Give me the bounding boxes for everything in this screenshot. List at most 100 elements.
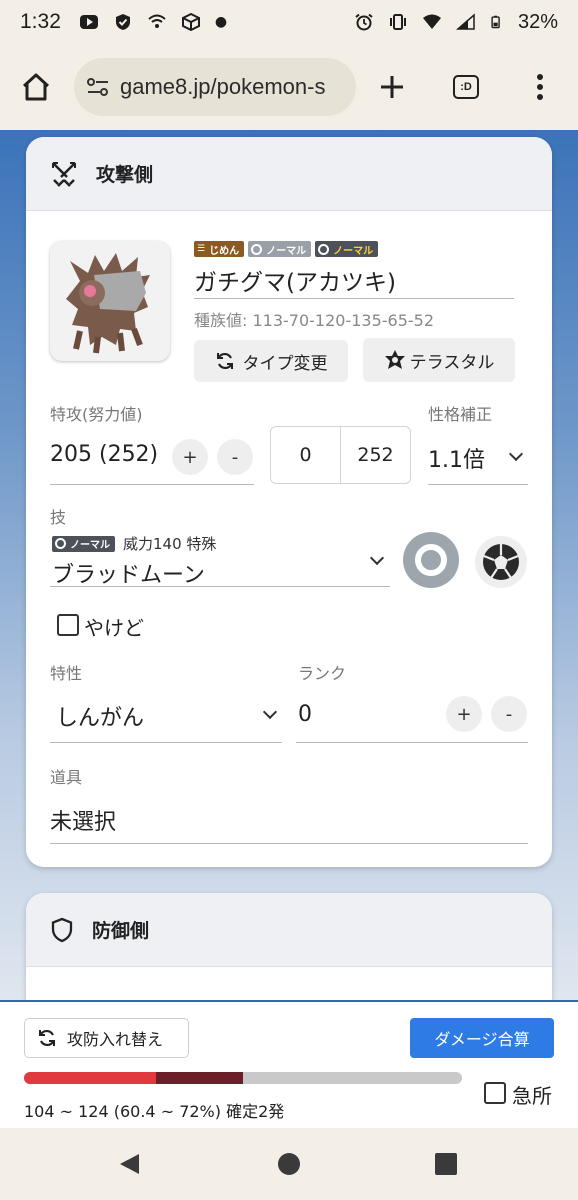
type-badge-normal: ノーマル xyxy=(248,241,312,257)
move-label: 技 xyxy=(50,508,67,527)
attacker-card: 攻撃側 ☰ じめん ノーマル ノーマル ガチグマ(アカツキ) 種族値: 113-7… xyxy=(26,137,552,867)
normal-type-icon xyxy=(251,243,263,255)
ev-preset-group: 0 252 xyxy=(270,426,411,484)
sync-icon xyxy=(39,1029,55,1047)
more-vert-icon xyxy=(537,74,543,100)
bear-sprite xyxy=(66,253,150,354)
damage-sum-button[interactable]: ダメージ合算 xyxy=(410,1018,554,1058)
move-underline xyxy=(50,586,390,587)
item-select[interactable]: 未選択 xyxy=(50,804,116,836)
url-text: game8.jp/pokemon-s xyxy=(120,74,326,99)
swap-label: 攻防入れ替え xyxy=(67,1030,164,1049)
minus-label: - xyxy=(505,703,513,725)
ground-icon: ☰ xyxy=(197,244,206,254)
type-badges: ☰ じめん ノーマル ノーマル xyxy=(194,241,382,257)
damage-bar-range xyxy=(156,1072,243,1084)
system-nav-bar xyxy=(0,1128,578,1200)
back-icon[interactable] xyxy=(117,1152,141,1176)
move-meta: 威力140 特殊 xyxy=(123,535,217,553)
attacker-header: 攻撃側 xyxy=(26,137,552,211)
ability-underline xyxy=(50,742,282,743)
stat-label: 特攻(努力値) xyxy=(50,405,143,424)
shield-icon xyxy=(51,917,73,942)
defender-card: 防御側 xyxy=(26,893,552,1000)
move-select[interactable]: ブラッドムーン xyxy=(52,557,205,589)
defender-title: 防御側 xyxy=(92,920,150,942)
wifi-icon xyxy=(422,14,441,29)
special-category-icon xyxy=(483,544,519,580)
signal-icon xyxy=(455,13,475,30)
tera-badge-normal: ノーマル xyxy=(315,241,379,257)
ability-chevron-icon xyxy=(262,704,278,720)
ev-min-button[interactable]: 0 xyxy=(271,427,341,483)
tab-switcher-button[interactable]: :D xyxy=(444,65,488,109)
terastal-label: テラスタル xyxy=(409,352,495,373)
type-change-label: タイプ変更 xyxy=(242,353,328,374)
move-chevron-icon xyxy=(369,550,385,566)
status-bar: 1:32 ● 32% xyxy=(0,0,578,44)
damage-bar xyxy=(24,1072,462,1084)
battery-percent: 32% xyxy=(517,10,558,33)
type-change-button[interactable]: タイプ変更 xyxy=(194,340,348,382)
burn-checkbox[interactable] xyxy=(57,614,79,636)
burn-label: やけど xyxy=(84,616,144,640)
rank-value[interactable]: 0 xyxy=(298,702,312,727)
ability-label: 特性 xyxy=(50,664,83,683)
home-icon xyxy=(22,73,50,101)
swap-button[interactable]: 攻防入れ替え xyxy=(24,1018,189,1058)
defender-header: 防御側 xyxy=(26,893,552,967)
tab-count: :D xyxy=(453,75,479,99)
pokemon-image[interactable] xyxy=(50,241,170,361)
dot-icon: ● xyxy=(214,14,228,30)
recents-icon[interactable] xyxy=(434,1152,458,1176)
terastal-button[interactable]: テラスタル xyxy=(363,338,515,382)
move-category-button[interactable] xyxy=(475,536,527,588)
address-bar[interactable]: game8.jp/pokemon-s xyxy=(74,58,356,116)
move-type-badge: ノーマル xyxy=(52,535,115,552)
stat-minus-button[interactable]: - xyxy=(217,439,253,475)
nature-underline xyxy=(428,484,528,485)
move-type-button[interactable] xyxy=(403,532,459,588)
site-settings-icon xyxy=(87,78,108,96)
vibrate-icon xyxy=(389,14,406,30)
youtube-icon xyxy=(79,15,98,29)
home-nav-icon[interactable] xyxy=(277,1152,301,1176)
rank-plus-button[interactable]: + xyxy=(446,696,482,732)
shield-check-icon xyxy=(115,14,130,30)
crossed-swords-icon xyxy=(52,161,76,187)
damage-bar-min xyxy=(24,1072,157,1084)
cube-icon xyxy=(181,13,200,31)
home-button[interactable] xyxy=(14,65,58,109)
crit-label: 急所 xyxy=(512,1084,552,1108)
browser-menu-button[interactable] xyxy=(518,65,562,109)
damage-sum-label: ダメージ合算 xyxy=(434,1030,530,1049)
plus-icon xyxy=(381,76,403,98)
stat-value[interactable]: 205 (252) xyxy=(50,442,158,467)
stat-plus-button[interactable]: + xyxy=(172,439,208,475)
status-time: 1:32 xyxy=(20,10,61,33)
crit-checkbox[interactable] xyxy=(484,1082,506,1104)
ev-max-button[interactable]: 252 xyxy=(341,427,410,483)
normal-type-icon xyxy=(318,243,330,255)
base-stats: 種族値: 113-70-120-135-65-52 xyxy=(194,311,435,330)
stat-underline xyxy=(50,484,254,485)
pokemon-name-underline xyxy=(194,298,514,299)
normal-type-icon xyxy=(415,544,447,576)
pokemon-name[interactable]: ガチグマ(アカツキ) xyxy=(194,263,396,297)
result-bar: 攻防入れ替え ダメージ合算 急所 104 ~ 124 (60.4 ~ 72%) … xyxy=(0,1000,578,1128)
damage-result: 104 ~ 124 (60.4 ~ 72%) 確定2発 xyxy=(24,1102,285,1121)
nature-chevron-icon xyxy=(508,446,524,462)
minus-label: - xyxy=(231,446,239,468)
item-label: 道具 xyxy=(50,768,83,787)
nature-select[interactable]: 1.1倍 xyxy=(428,442,485,474)
plus-label: + xyxy=(456,703,472,725)
new-tab-button[interactable] xyxy=(370,65,414,109)
alarm-icon xyxy=(355,13,373,31)
move-meta-row: ノーマル 威力140 特殊 xyxy=(52,533,216,554)
rank-label: ランク xyxy=(298,664,347,683)
page-content: 攻撃側 ☰ じめん ノーマル ノーマル ガチグマ(アカツキ) 種族値: 113-7… xyxy=(0,130,578,1000)
rank-minus-button[interactable]: - xyxy=(491,696,527,732)
type-badge-ground: ☰ じめん xyxy=(194,241,245,257)
ability-select[interactable]: しんがん xyxy=(56,700,144,732)
battery-icon xyxy=(491,15,500,29)
